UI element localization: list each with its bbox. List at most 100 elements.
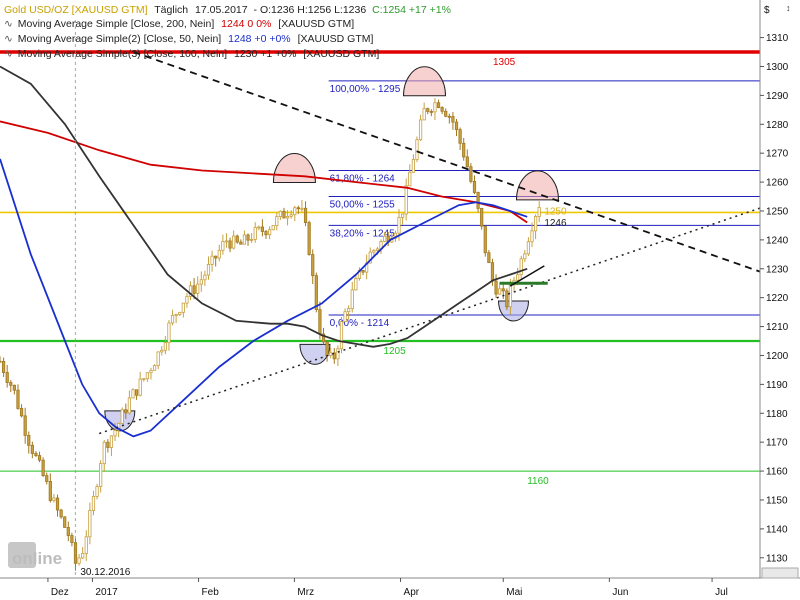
- header-ohlc: - O:1236 H:1256 L:1236: [254, 4, 367, 16]
- y-tick-label: 1130: [766, 553, 788, 564]
- x-tick-label: Jun: [612, 587, 628, 598]
- date-marker-label: 30.12.2016: [80, 567, 130, 578]
- candle-body: [339, 321, 344, 350]
- candle-body: [77, 557, 81, 564]
- candle-body: [9, 382, 13, 386]
- candle-body: [206, 264, 211, 276]
- fib-level-label: 50,00% - 1255: [330, 200, 395, 211]
- candle-body: [458, 129, 462, 144]
- candle-body: [447, 115, 451, 118]
- watermark-text: online: [12, 549, 62, 568]
- y-tick-label: 1290: [766, 91, 789, 102]
- indicator-1-value: 1244 0 0%: [221, 18, 271, 30]
- candle-body: [203, 274, 207, 281]
- candle-body: [221, 241, 225, 251]
- y-tick-label: 1300: [766, 62, 789, 73]
- candle-body: [508, 284, 513, 308]
- candle-body: [314, 275, 318, 310]
- indicator-2-value: 1248 +0 +0%: [228, 33, 290, 45]
- candle-body: [84, 536, 88, 554]
- y-tick-label: 1240: [766, 235, 789, 246]
- candle-body: [469, 166, 473, 182]
- candle-body: [516, 274, 520, 281]
- candle-body: [163, 342, 167, 351]
- x-tick-label: 2017: [95, 587, 118, 598]
- y-tick-label: 1310: [766, 33, 789, 44]
- candle-body: [66, 527, 70, 536]
- header-indicator-1: ∿ Moving Average Simple [Close, 200, Nei…: [4, 18, 354, 30]
- indicator-3-label: Moving Average Simple(3) [Close, 100, Ne…: [18, 48, 227, 60]
- candle-body: [257, 226, 261, 229]
- indicator-2-label: Moving Average Simple(2) [Close, 50, Nei…: [18, 33, 222, 45]
- candle-body: [404, 185, 408, 215]
- candle-body: [501, 288, 505, 292]
- candle-body: [271, 225, 275, 231]
- y-tick-label: 1150: [766, 495, 788, 506]
- candle-body: [267, 229, 272, 236]
- fib-level-label: 0,00% - 1214: [330, 318, 390, 329]
- indicator-2-symbol: [XAUUSD GTM]: [298, 33, 374, 45]
- candle-body: [264, 231, 268, 236]
- y-tick-label: 1140: [766, 524, 788, 535]
- candle-body: [199, 279, 203, 285]
- indicator-1-icon: ∿: [4, 18, 13, 30]
- y-tick-label: 1180: [766, 409, 788, 420]
- candle-body: [192, 285, 196, 294]
- candle-body: [325, 341, 329, 356]
- last-value-label: 1250: [544, 206, 567, 217]
- candle-body: [70, 535, 74, 543]
- candle-body: [483, 225, 487, 254]
- candle-body: [289, 214, 293, 217]
- candle-body: [451, 116, 455, 123]
- x-tick-label: Feb: [202, 587, 220, 598]
- candle-body: [235, 235, 239, 243]
- candle-body: [134, 389, 139, 396]
- candle-body: [293, 207, 297, 216]
- candle-body: [81, 553, 85, 559]
- candle-body: [120, 409, 124, 424]
- candle-body: [343, 311, 347, 323]
- header-close: C:1254 +17 +1%: [372, 4, 451, 16]
- candle-body: [436, 102, 441, 108]
- candle-body: [444, 110, 448, 117]
- candle-body: [519, 258, 523, 276]
- last-value-label: 1246: [544, 218, 567, 229]
- horizontal-level-label: 1160: [527, 476, 549, 487]
- candle-body: [282, 210, 286, 219]
- header-indicator-2: ∿ Moving Average Simple(2) [Close, 50, N…: [4, 33, 373, 45]
- candle-body: [250, 238, 254, 241]
- candle-body: [178, 311, 182, 315]
- header-main: Gold USD/OZ [XAUUSD GTM] Täglich 17.05.2…: [4, 4, 451, 16]
- candle-body: [350, 289, 354, 309]
- candle-body: [533, 216, 538, 232]
- price-chart: 130512051160 100,00% - 129561,80% - 1264…: [0, 0, 800, 600]
- chart-container: 1305 1205 1160 100,00% - 1295 61,80% - 1264…: [0, 0, 800, 600]
- candle-body: [429, 111, 433, 113]
- candle-body: [462, 142, 466, 158]
- candle-body: [37, 455, 42, 461]
- candle-body: [422, 108, 426, 121]
- candle-body: [232, 235, 236, 249]
- candle-body: [181, 302, 185, 313]
- candle-body: [16, 389, 20, 409]
- candle-body: [347, 308, 351, 313]
- candle-body: [354, 278, 358, 291]
- candle-body: [408, 171, 412, 187]
- candle-body: [1, 360, 6, 373]
- candle-body: [472, 180, 477, 193]
- scrollbar-track[interactable]: [761, 567, 799, 579]
- candle-body: [170, 314, 175, 324]
- candle-body: [214, 255, 218, 259]
- y-tick-label: 1200: [766, 351, 789, 362]
- candle-body: [12, 384, 16, 391]
- scale-toggle-icon[interactable]: ↕: [786, 3, 791, 13]
- candle-body: [275, 216, 279, 226]
- candle-body: [530, 230, 534, 243]
- fib-level-label: 100,00% - 1295: [330, 84, 401, 95]
- y-tick-label: 1270: [766, 149, 789, 160]
- candle-body: [246, 234, 250, 241]
- candle-body: [109, 435, 114, 448]
- candle-body: [311, 254, 315, 277]
- candle-body: [296, 207, 300, 210]
- candle-body: [131, 389, 135, 399]
